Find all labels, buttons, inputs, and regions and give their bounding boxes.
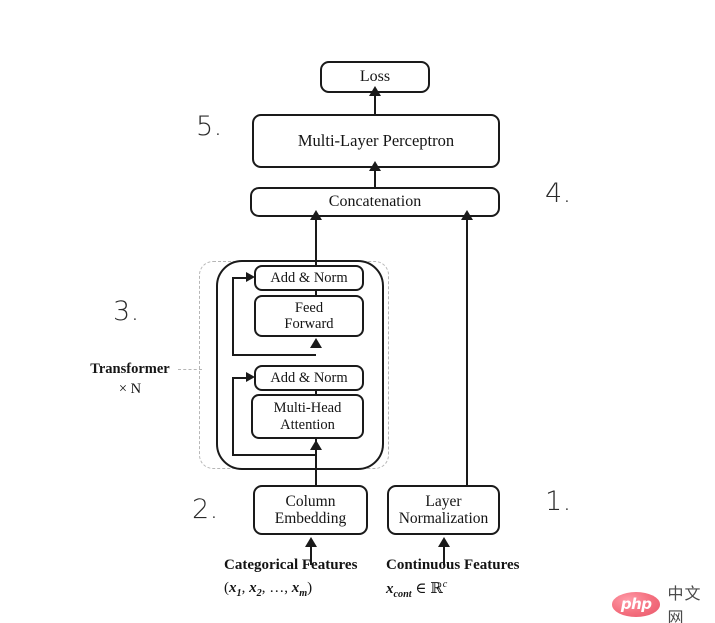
step-number-3: 3.: [113, 296, 140, 327]
residual-bottom-vertical-segment: [232, 378, 234, 456]
connector-columnembedding-to-attention: [315, 448, 317, 486]
watermark: php 中文网: [612, 580, 715, 623]
arrowhead-residual-top: [246, 272, 255, 282]
node-concatenation-label: Concatenation: [328, 193, 422, 211]
arrowhead-columnembedding-to-attention: [310, 440, 322, 450]
step-number-1: 1.: [545, 486, 572, 517]
node-multi-layer-perceptron[interactable]: Multi-Layer Perceptron: [252, 114, 500, 168]
caption-categorical-formula: (x1, x2, …, xm): [224, 579, 313, 599]
arrowhead-addnorm-bottom-to-feedforward: [310, 338, 322, 348]
node-add-norm-bottom[interactable]: Add & Norm: [254, 365, 364, 391]
node-layer-norm-label-line1: Layer: [425, 492, 462, 510]
connector-transformer-to-concat: [315, 218, 317, 266]
arrowhead-layernorm-to-concat: [461, 210, 473, 220]
watermark-php-logo: php: [612, 591, 661, 617]
transformer-group-label-name: Transformer: [90, 361, 170, 377]
transformer-group-label: Transformer × N: [82, 360, 178, 399]
connector-concat-to-mlp: [374, 169, 376, 188]
step-number-4: 4.: [545, 178, 572, 209]
arrowhead-concat-to-mlp: [369, 161, 381, 171]
node-mlp-label: Multi-Layer Perceptron: [297, 130, 455, 150]
node-add-norm-bottom-label: Add & Norm: [270, 369, 348, 386]
watermark-site-text: 中文网: [667, 584, 702, 623]
caption-continuous-features: Continuous Features xcont ∈ ℝc: [386, 554, 520, 602]
connector-mlp-to-loss: [374, 95, 376, 115]
arrowhead-transformer-to-concat: [310, 210, 322, 220]
diagram-canvas: Loss Multi-Layer Perceptron Concatenatio…: [0, 0, 715, 623]
residual-top-bottom-segment: [232, 354, 316, 356]
transformer-group-label-repeat: × N: [118, 380, 142, 397]
caption-categorical-title: Categorical Features: [224, 557, 358, 573]
arrowhead-continuous-to-layernorm: [438, 537, 450, 547]
caption-continuous-title: Continuous Features: [386, 557, 520, 573]
arrowhead-residual-bottom: [246, 372, 255, 382]
step-number-2: 2.: [192, 494, 219, 525]
node-multi-head-attention[interactable]: Multi-Head Attention: [251, 394, 364, 439]
node-add-norm-top[interactable]: Add & Norm: [254, 265, 364, 291]
node-attention-label-line2: Attention: [280, 416, 335, 433]
node-loss-label: Loss: [359, 68, 391, 86]
arrowhead-mlp-to-loss: [369, 86, 381, 96]
arrowhead-categorical-to-columnembedding: [305, 537, 317, 547]
node-column-embedding-label-line2: Embedding: [274, 510, 347, 527]
residual-top-vertical-segment: [232, 278, 234, 356]
residual-bottom-bottom-segment: [232, 454, 316, 456]
node-layer-norm-label-line2: Normalization: [398, 510, 489, 527]
node-column-embedding[interactable]: Column Embedding: [253, 485, 368, 535]
step-number-5: 5.: [196, 111, 223, 142]
transformer-label-leader: [178, 369, 202, 370]
node-attention-label-line1: Multi-Head: [273, 400, 342, 417]
caption-categorical-features: Categorical Features (x1, x2, …, xm): [224, 554, 357, 601]
node-feed-forward-label-line1: Feed: [294, 299, 324, 316]
node-feed-forward[interactable]: Feed Forward: [254, 295, 364, 337]
connector-layernorm-to-concat: [466, 218, 468, 486]
node-feed-forward-label-line2: Forward: [284, 316, 334, 332]
node-column-embedding-label-line1: Column: [285, 492, 336, 510]
caption-continuous-formula: xcont ∈ ℝc: [386, 578, 448, 600]
node-layer-normalization[interactable]: Layer Normalization: [387, 485, 500, 535]
node-add-norm-top-label: Add & Norm: [270, 269, 348, 286]
